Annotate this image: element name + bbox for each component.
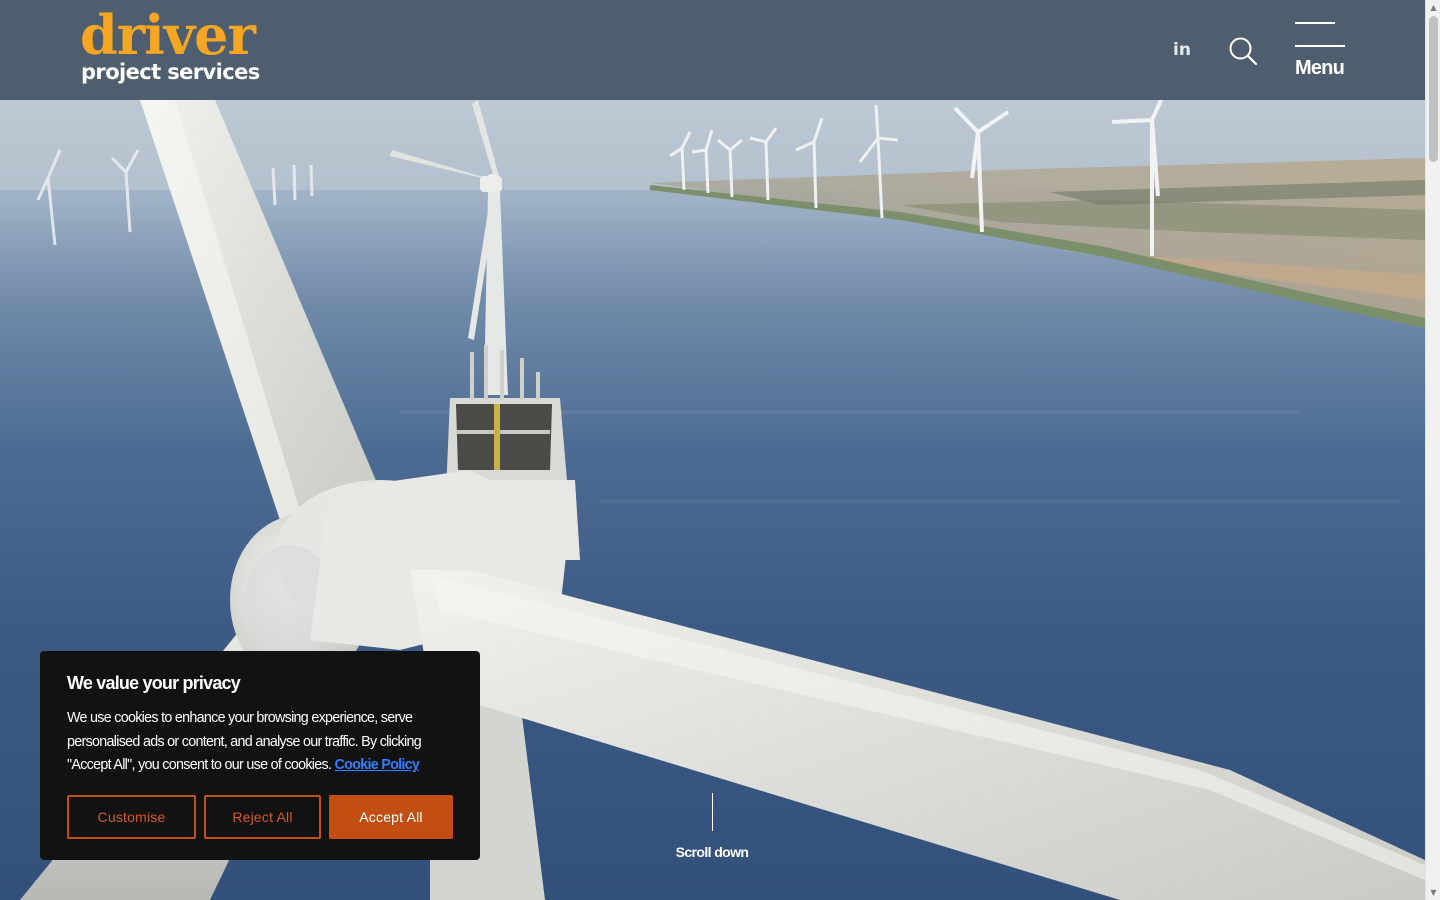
scroll-up-arrow-icon[interactable]: ▲ [1426,0,1440,15]
site-logo[interactable]: driver project services [80,4,280,90]
scrollbar-thumb[interactable] [1429,16,1438,162]
cookie-banner: We value your privacy We use cookies to … [40,651,480,860]
reject-all-button[interactable]: Reject All [204,795,321,839]
menu-label: Menu [1295,57,1345,79]
scroll-down-indicator[interactable]: Scroll down [662,793,762,865]
search-button[interactable] [1228,36,1258,66]
page: driver project services in Menu Scroll d… [0,0,1440,900]
cookie-title: We value your privacy [67,673,241,693]
menu-button[interactable]: Menu [1295,20,1347,82]
cookie-policy-link[interactable]: Cookie Policy [335,757,420,773]
logo-wordmark: driver [80,3,256,67]
scroll-down-arrow-icon[interactable]: ▼ [1426,885,1440,900]
scroll-down-label: Scroll down [675,844,749,860]
customise-button[interactable]: Customise [67,795,196,839]
page-scrollbar[interactable]: ▲ ▼ [1425,0,1440,900]
linkedin-icon[interactable]: in [1172,40,1192,60]
scroll-line-icon [712,793,713,831]
site-header: driver project services in Menu [0,0,1425,100]
search-icon [1229,37,1258,66]
logo-tagline: project services [81,60,260,84]
accept-all-button[interactable]: Accept All [329,795,453,839]
hamburger-icon-bar [1295,45,1345,47]
cookie-description: We use cookies to enhance your browsing … [67,707,462,778]
hamburger-icon [1295,22,1335,24]
